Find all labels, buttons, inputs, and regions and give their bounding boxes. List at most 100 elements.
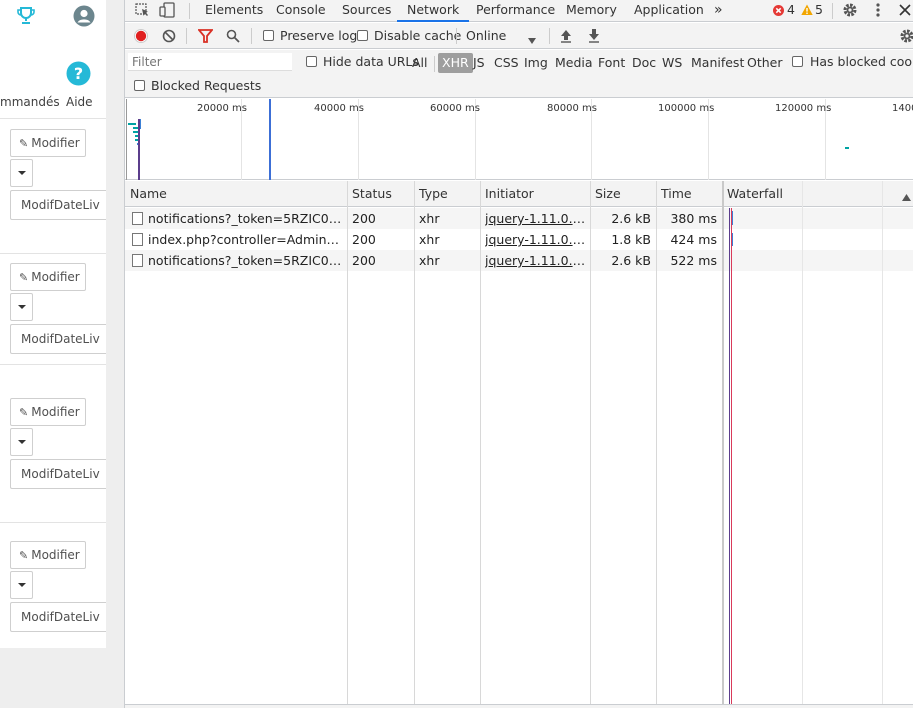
modify-button[interactable]: ✎ Modifier bbox=[10, 263, 86, 291]
request-size: 1.8 kB bbox=[611, 232, 651, 247]
table-row[interactable]: notifications?_token=5RZIC0Z8u0T... 200 … bbox=[125, 208, 913, 229]
modify-button[interactable]: ✎ Modifier bbox=[10, 129, 86, 157]
svg-text:?: ? bbox=[74, 64, 83, 83]
column-divider[interactable] bbox=[722, 181, 724, 708]
dropdown-toggle[interactable] bbox=[10, 159, 33, 187]
column-divider[interactable] bbox=[656, 181, 657, 708]
blocked-requests-checkbox[interactable] bbox=[134, 80, 145, 91]
tab-memory[interactable]: Memory bbox=[566, 0, 617, 22]
column-divider[interactable] bbox=[347, 181, 348, 708]
import-har-icon[interactable] bbox=[560, 28, 572, 46]
request-initiator-link[interactable]: jquery-1.11.0.min.... bbox=[485, 229, 588, 250]
tab-sources[interactable]: Sources bbox=[342, 0, 391, 22]
tab-application[interactable]: Application bbox=[634, 0, 704, 22]
filter-type-other[interactable]: Other bbox=[747, 53, 783, 73]
trophy-icon[interactable] bbox=[16, 6, 36, 29]
nav-orders-label[interactable]: mmandés bbox=[0, 95, 60, 109]
overview-selection-start[interactable] bbox=[126, 99, 127, 180]
column-header-initiator[interactable]: Initiator bbox=[480, 181, 590, 207]
dropdown-toggle[interactable] bbox=[10, 571, 33, 599]
network-settings-gear-icon[interactable] bbox=[899, 28, 913, 47]
filter-type-all[interactable]: All bbox=[412, 53, 428, 73]
modif-date-liv-button[interactable]: ModifDateLiv bbox=[10, 602, 106, 632]
error-icon[interactable] bbox=[773, 5, 784, 19]
column-header-waterfall[interactable]: Waterfall bbox=[722, 181, 913, 207]
filter-type-font[interactable]: Font bbox=[598, 53, 625, 73]
sort-ascending-icon[interactable] bbox=[902, 190, 911, 204]
modif-date-liv-button[interactable]: ModifDateLiv bbox=[10, 324, 106, 354]
filter-type-media[interactable]: Media bbox=[555, 53, 593, 73]
caret-down-icon bbox=[17, 440, 26, 444]
request-name[interactable]: notifications?_token=5RZIC0Z8u0T... bbox=[148, 250, 344, 271]
preserve-log-label[interactable]: Preserve log bbox=[280, 28, 357, 43]
filter-funnel-icon[interactable] bbox=[197, 29, 214, 46]
column-divider[interactable] bbox=[480, 181, 481, 708]
disable-cache-checkbox[interactable] bbox=[357, 30, 368, 41]
has-blocked-cookies-label[interactable]: Has blocked cookie bbox=[810, 52, 913, 72]
warning-icon[interactable] bbox=[801, 4, 813, 19]
tab-elements[interactable]: Elements bbox=[205, 0, 263, 22]
device-toolbar-icon[interactable] bbox=[159, 2, 176, 21]
modif-date-liv-button[interactable]: ModifDateLiv bbox=[10, 459, 106, 489]
disable-cache-label[interactable]: Disable cache bbox=[374, 28, 461, 43]
nav-help-label[interactable]: Aide bbox=[66, 95, 93, 109]
request-name[interactable]: index.php?controller=AdminGamif... bbox=[148, 229, 344, 250]
filter-type-ws[interactable]: WS bbox=[662, 53, 682, 73]
kebab-menu-icon[interactable] bbox=[876, 3, 880, 20]
modify-button[interactable]: ✎ Modifier bbox=[10, 398, 86, 426]
help-icon[interactable]: ? bbox=[66, 61, 91, 89]
tab-performance[interactable]: Performance bbox=[476, 0, 555, 22]
tab-network[interactable]: Network bbox=[397, 0, 470, 22]
record-icon[interactable] bbox=[134, 29, 148, 46]
filter-type-img[interactable]: Img bbox=[524, 53, 548, 73]
network-overview[interactable]: 20000 ms 40000 ms 60000 ms 80000 ms 1000… bbox=[125, 99, 913, 180]
throttling-select[interactable]: Online bbox=[466, 28, 506, 43]
modify-button[interactable]: ✎ Modifier bbox=[10, 541, 86, 569]
column-header-type[interactable]: Type bbox=[414, 181, 480, 207]
search-icon[interactable] bbox=[226, 29, 240, 46]
filter-type-css[interactable]: CSS bbox=[494, 53, 519, 73]
divider bbox=[434, 56, 435, 72]
table-row[interactable]: index.php?controller=AdminGamif... 200 x… bbox=[125, 229, 913, 250]
filter-input[interactable] bbox=[128, 53, 292, 71]
dropdown-toggle[interactable] bbox=[10, 428, 33, 456]
dropdown-toggle[interactable] bbox=[10, 293, 33, 321]
close-icon[interactable] bbox=[899, 4, 911, 19]
filter-type-xhr[interactable]: XHR bbox=[438, 53, 473, 73]
column-divider[interactable] bbox=[590, 181, 591, 708]
column-header-status[interactable]: Status bbox=[347, 181, 414, 207]
filter-type-manifest[interactable]: Manifest bbox=[691, 53, 744, 73]
devtools-tabbar: Elements Console Sources Network Perform… bbox=[125, 0, 913, 22]
hide-data-urls-checkbox[interactable] bbox=[306, 56, 317, 67]
overview-tick-label: 120000 ms bbox=[775, 103, 832, 114]
modif-date-liv-button[interactable]: ModifDateLiv bbox=[10, 190, 106, 220]
request-size: 2.6 kB bbox=[611, 253, 651, 268]
has-blocked-cookies-checkbox[interactable] bbox=[792, 56, 803, 67]
user-icon[interactable] bbox=[73, 5, 95, 30]
settings-gear-icon[interactable] bbox=[842, 2, 858, 21]
column-header-time[interactable]: Time bbox=[656, 181, 722, 207]
hide-data-urls-label[interactable]: Hide data URLs bbox=[323, 52, 419, 72]
chevron-down-icon[interactable] bbox=[528, 33, 536, 47]
clear-icon[interactable] bbox=[162, 29, 176, 46]
error-count[interactable]: 4 bbox=[787, 0, 795, 22]
table-row[interactable]: notifications?_token=5RZIC0Z8u0T... 200 … bbox=[125, 250, 913, 271]
column-header-name[interactable]: Name bbox=[125, 181, 347, 207]
column-divider[interactable] bbox=[414, 181, 415, 708]
export-har-icon[interactable] bbox=[588, 28, 600, 46]
more-tabs-button[interactable]: » bbox=[714, 0, 723, 22]
preserve-log-checkbox[interactable] bbox=[263, 30, 274, 41]
request-initiator-link[interactable]: jquery-1.11.0.min.... bbox=[485, 250, 588, 271]
request-initiator-link[interactable]: jquery-1.11.0.min.... bbox=[485, 208, 588, 229]
divider bbox=[0, 118, 106, 119]
request-name[interactable]: notifications?_token=5RZIC0Z8u0T... bbox=[148, 208, 344, 229]
overview-late-request-bar bbox=[845, 147, 849, 149]
blocked-requests-label[interactable]: Blocked Requests bbox=[151, 76, 261, 96]
inspect-element-icon[interactable] bbox=[135, 3, 150, 21]
filter-type-doc[interactable]: Doc bbox=[632, 53, 656, 73]
file-icon bbox=[132, 233, 143, 246]
filter-type-js[interactable]: JS bbox=[473, 53, 485, 73]
warning-count[interactable]: 5 bbox=[815, 0, 823, 22]
tab-console[interactable]: Console bbox=[276, 0, 326, 22]
column-header-size[interactable]: Size bbox=[590, 181, 656, 207]
